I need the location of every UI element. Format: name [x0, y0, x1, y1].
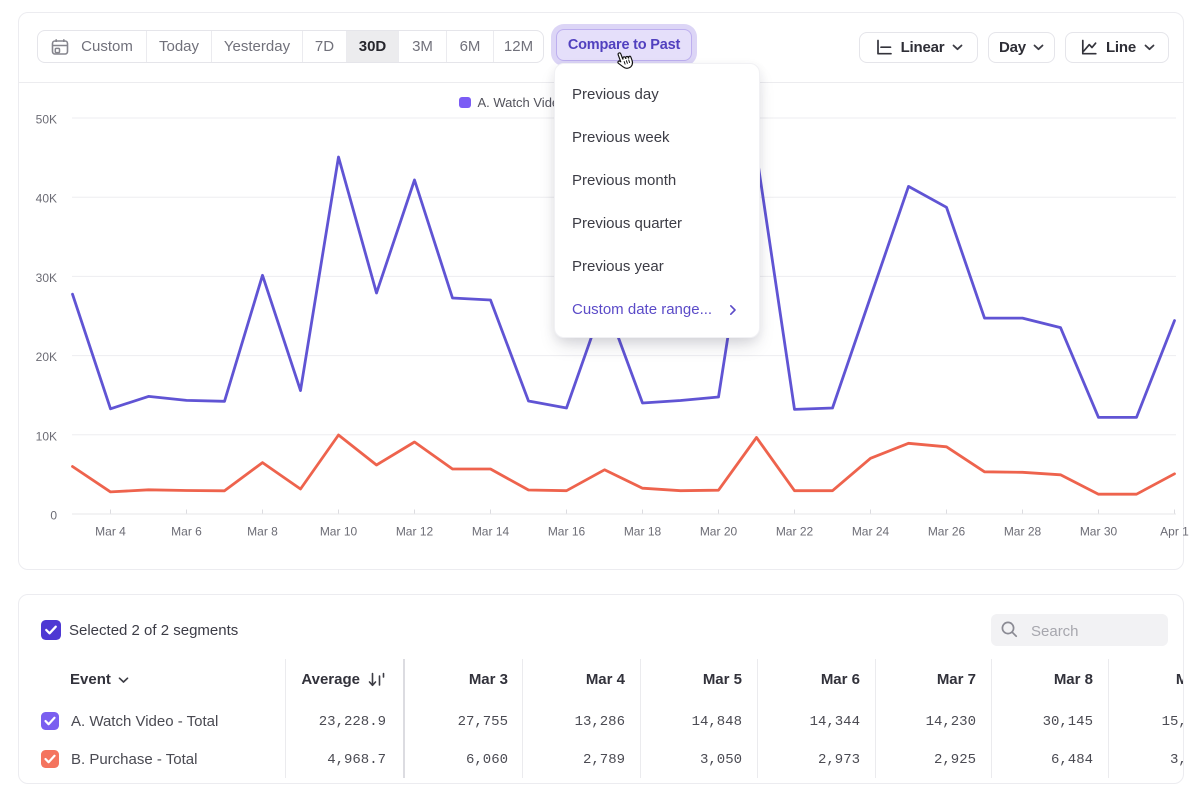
svg-text:10K: 10K: [36, 429, 57, 443]
svg-text:Mar 16: Mar 16: [548, 525, 586, 539]
svg-text:Mar 12: Mar 12: [396, 525, 434, 539]
svg-text:40K: 40K: [36, 192, 57, 206]
svg-text:Mar 22: Mar 22: [776, 525, 814, 539]
svg-text:50K: 50K: [36, 113, 57, 127]
svg-text:Mar 6: Mar 6: [171, 525, 202, 539]
svg-text:Mar 28: Mar 28: [1004, 525, 1042, 539]
svg-text:Mar 4: Mar 4: [95, 525, 126, 539]
svg-text:Mar 30: Mar 30: [1080, 525, 1118, 539]
svg-text:30K: 30K: [36, 271, 57, 285]
svg-text:Mar 24: Mar 24: [852, 525, 890, 539]
svg-text:20K: 20K: [36, 350, 57, 364]
svg-text:Mar 14: Mar 14: [472, 525, 510, 539]
svg-text:0: 0: [50, 509, 57, 523]
svg-text:Mar 10: Mar 10: [320, 525, 358, 539]
svg-text:Mar 26: Mar 26: [928, 525, 966, 539]
svg-text:Mar 18: Mar 18: [624, 525, 662, 539]
svg-text:Mar 8: Mar 8: [247, 525, 278, 539]
svg-text:Mar 20: Mar 20: [700, 525, 738, 539]
svg-text:Apr 1: Apr 1: [1160, 525, 1189, 539]
